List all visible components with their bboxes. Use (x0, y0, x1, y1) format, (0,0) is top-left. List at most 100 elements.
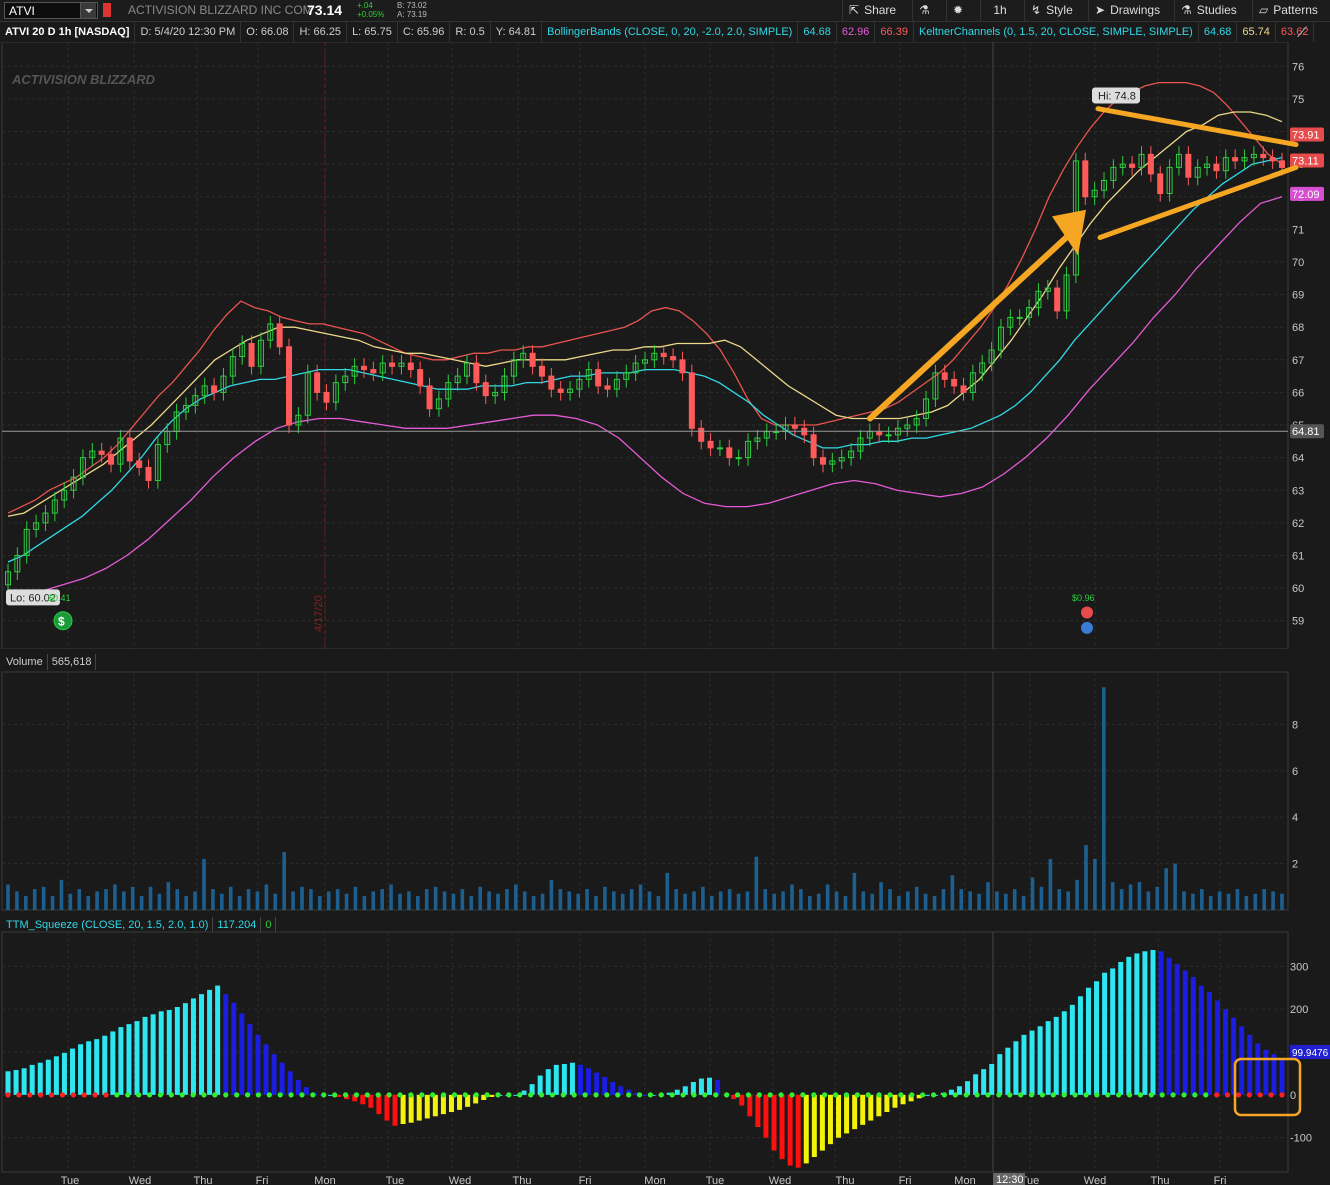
x-axis-label: Tue (706, 1175, 725, 1185)
candle-body (941, 372, 948, 380)
candle-body (595, 369, 602, 387)
squeeze-dot (876, 1092, 882, 1098)
squeeze-dot (277, 1092, 283, 1098)
keltner-name[interactable]: KeltnerChannels (0, 1.5, 20, CLOSE, SIMP… (914, 22, 1199, 42)
settings-button[interactable]: ✹ (946, 0, 969, 21)
candle-body (885, 434, 892, 437)
momentum-bar (852, 1094, 858, 1130)
volume-bar (59, 879, 64, 910)
x-axis-label: Fri (1214, 1175, 1227, 1185)
volume-chart[interactable]: 2 4 6 8 (0, 652, 1330, 912)
momentum-bar (1158, 951, 1164, 1095)
volume-bar (888, 889, 892, 910)
momentum-bar (110, 1031, 116, 1095)
drawings-label: Drawings (1110, 3, 1161, 17)
volume-bar (104, 889, 108, 910)
x-axis-label: Wed (449, 1175, 471, 1185)
price-badge-text: 73.91 (1292, 129, 1320, 141)
price-chart[interactable]: 5960616263646566676869707172737475764/17… (0, 42, 1330, 649)
flask-button[interactable]: ⚗ (912, 0, 936, 21)
volume-bar (692, 891, 696, 910)
dividend-label: $0.41 (48, 593, 71, 603)
squeeze-dot (974, 1092, 980, 1098)
hi-label: Hi: 74.8 (1098, 90, 1136, 102)
volume-bar (50, 896, 55, 910)
squeeze-dot (1137, 1092, 1144, 1098)
volume-bar (1271, 891, 1275, 910)
squeeze-dot (299, 1092, 305, 1098)
momentum-bar (698, 1078, 704, 1095)
momentum-bar (416, 1094, 422, 1121)
volume-bar (790, 884, 794, 910)
squeeze-dot (59, 1092, 66, 1098)
momentum-bar (586, 1068, 592, 1095)
squeeze-dot (125, 1092, 131, 1098)
volume-bar (1262, 889, 1266, 910)
volume-bar (291, 891, 295, 910)
momentum-bar (642, 1094, 648, 1096)
volume-bar (193, 891, 197, 910)
volume-bar (460, 889, 465, 910)
squeeze-dot (658, 1092, 664, 1098)
squeeze-dot (146, 1092, 153, 1098)
volume-bar (166, 882, 171, 910)
volume-bar (122, 891, 126, 910)
momentum-bar (392, 1094, 398, 1126)
gear-icon: ✹ (953, 3, 964, 17)
bar-open: O: 66.08 (241, 22, 295, 42)
volume-bar (1066, 891, 1070, 910)
timeframe-button[interactable]: 1h (980, 0, 1019, 21)
share-label: Share (864, 3, 897, 17)
flag-icon[interactable] (103, 3, 111, 17)
volume-bar (629, 889, 634, 910)
momentum-bar (674, 1089, 680, 1095)
candle-body (473, 362, 480, 384)
squeeze-dot (615, 1092, 621, 1098)
momentum-bar (876, 1094, 882, 1117)
momentum-bar (1069, 1004, 1075, 1095)
volume-bar (389, 884, 393, 910)
volume-bar (1146, 891, 1151, 910)
squeeze-dot (255, 1092, 262, 1098)
style-button[interactable]: ↯ Style (1024, 0, 1079, 21)
ttm-squeeze-chart[interactable]: -100010020030099.9476TueWedThuFriMonTueW… (0, 914, 1330, 1185)
share-icon: ⇱ (849, 3, 860, 17)
patterns-button[interactable]: ▱ Patterns (1252, 0, 1324, 21)
price-tick-label: 71 (1292, 224, 1304, 236)
squeeze-dot (212, 1092, 218, 1098)
squeeze-dot (1061, 1092, 1067, 1098)
squeeze-dot (909, 1092, 915, 1098)
volume-bar (1200, 889, 1204, 910)
price-tick-label: 64 (1292, 453, 1304, 465)
candle-body (810, 434, 817, 459)
volume-tick-label: 4 (1292, 812, 1298, 824)
momentum-bar (755, 1094, 761, 1127)
candle-body (108, 453, 115, 465)
x-axis-label: Thu (836, 1175, 855, 1185)
share-button[interactable]: ⇱ Share (842, 0, 902, 21)
volume-bar (879, 882, 883, 910)
volume-bar (612, 891, 616, 910)
momentum-bar (1110, 968, 1116, 1095)
candle-body (1157, 173, 1164, 194)
candle-body (1147, 153, 1154, 175)
volume-bar (95, 891, 99, 910)
volume-bar (1075, 879, 1079, 910)
squeeze-dot (1126, 1092, 1133, 1098)
volume-bar (496, 893, 500, 910)
candle-body (136, 460, 143, 468)
bollinger-name[interactable]: BollingerBands (CLOSE, 0, 20, -2.0, 2.0,… (542, 22, 799, 42)
drawings-button[interactable]: ➤ Drawings (1088, 0, 1166, 21)
squeeze-dot (506, 1092, 512, 1098)
volume-bar (1128, 884, 1133, 910)
squeeze-dot (234, 1092, 240, 1098)
volume-bar (923, 893, 928, 910)
squeeze-dot (724, 1092, 730, 1098)
momentum-bar (287, 1071, 293, 1095)
studies-button[interactable]: ⚗ Studies (1174, 0, 1243, 21)
x-axis-label: Fri (256, 1175, 269, 1185)
symbol-dropdown-icon[interactable] (80, 3, 96, 18)
drawing-tool-icon[interactable]: ⟋ (1292, 22, 1312, 42)
momentum-bar (255, 1034, 261, 1095)
squeeze-dot (136, 1092, 142, 1098)
